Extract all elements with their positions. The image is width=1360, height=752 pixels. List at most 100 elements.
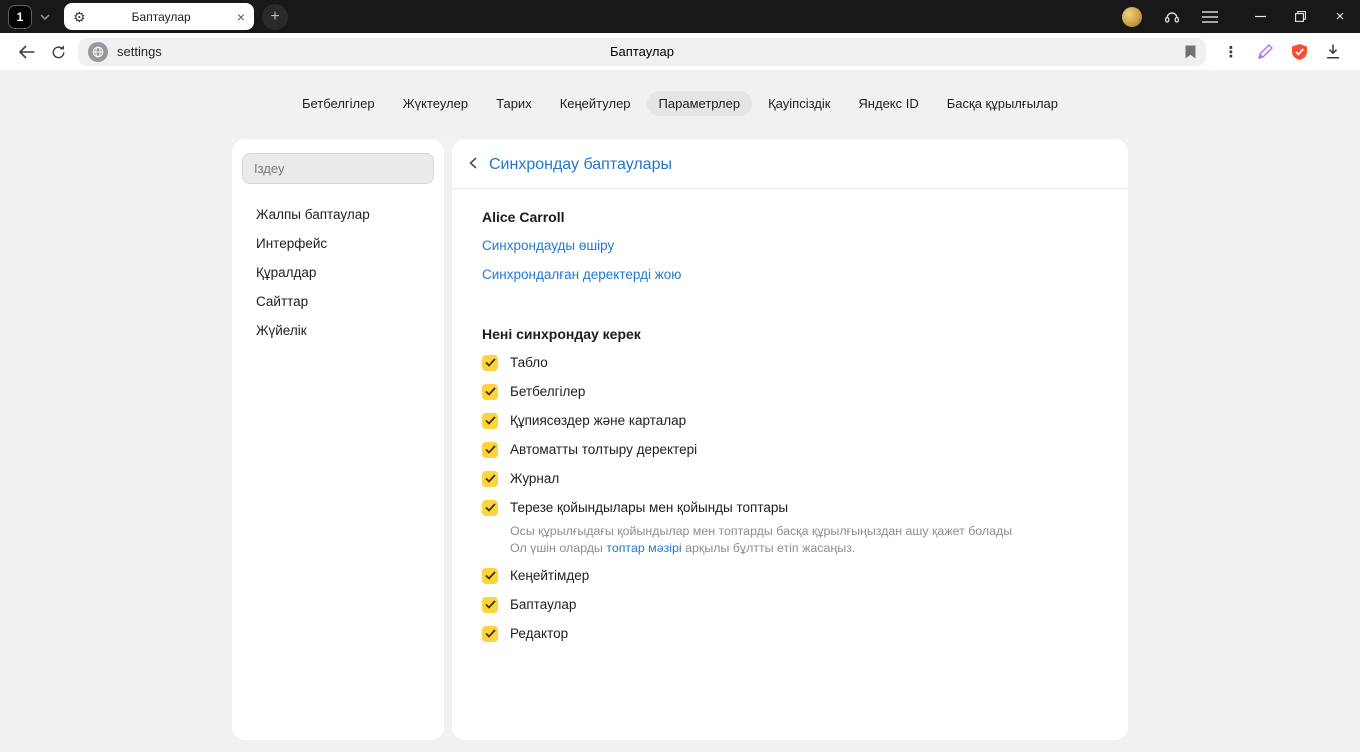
sidebar-item-general[interactable]: Жалпы баптаулар — [242, 200, 434, 229]
tab-settings[interactable]: Параметрлер — [646, 91, 753, 116]
account-name: Alice Carroll — [482, 209, 565, 225]
bookmark-button[interactable] — [1185, 45, 1196, 64]
restore-icon — [1294, 11, 1306, 22]
checkbox-checked-icon[interactable] — [482, 441, 498, 458]
tab-counter-button[interactable]: 1 — [8, 4, 32, 29]
sync-settings-header: Синхрондау баптаулары — [452, 139, 1128, 188]
window-close-button[interactable]: × — [1320, 0, 1360, 33]
checkbox-checked-icon[interactable] — [482, 412, 498, 429]
gear-icon: ⚙ — [73, 8, 86, 25]
sync-settings-panel: Синхрондау баптаулары Alice Carroll Синх… — [452, 139, 1128, 740]
tabs-sync-note-line1: Осы құрылғыдағы қойындылар мен топтарды … — [510, 524, 1013, 538]
sync-option-autofill[interactable]: Автоматты толтыру деректері — [482, 435, 1098, 464]
voice-assistant-button[interactable] — [1164, 9, 1180, 24]
tab-close-icon[interactable]: × — [237, 10, 245, 24]
note-text-prefix: Ол үшін оларды — [510, 540, 607, 555]
settings-nav-tabs: Бетбелгілер Жүктеулер Тарих Кеңейтулер П… — [0, 70, 1360, 116]
content-area: Жалпы баптаулар Интерфейс Құралдар Сайтт… — [0, 139, 1360, 740]
checkbox-checked-icon[interactable] — [482, 499, 498, 516]
tabs-sync-note-line2: Ол үшін оларды топтар мәзірі арқылы бұлт… — [510, 540, 1098, 557]
window-restore-button[interactable] — [1280, 0, 1320, 33]
window-minimize-button[interactable] — [1240, 0, 1280, 33]
sync-option-label: Автоматты толтыру деректері — [510, 442, 698, 457]
what-to-sync-title: Нені синхрондау керек — [482, 326, 641, 342]
tab-list-chevron-button[interactable] — [34, 13, 56, 20]
shield-icon — [1291, 43, 1307, 60]
browser-menu-button[interactable] — [1202, 10, 1218, 23]
checkbox-checked-icon[interactable] — [482, 596, 498, 613]
arrow-left-icon — [18, 44, 34, 59]
chevron-left-icon — [469, 157, 477, 169]
sync-option-bookmarks[interactable]: Бетбелгілер — [482, 377, 1098, 406]
globe-icon — [92, 46, 104, 57]
minimize-icon — [1254, 15, 1266, 18]
back-to-settings-button[interactable] — [469, 156, 477, 174]
disable-sync-link[interactable]: Синхрондауды өшіру — [482, 238, 1098, 254]
checkbox-checked-icon[interactable] — [482, 567, 498, 584]
downloads-button[interactable] — [1316, 37, 1350, 67]
hamburger-icon — [1202, 10, 1218, 23]
site-info-badge[interactable] — [88, 41, 108, 62]
tab-other-devices[interactable]: Басқа құрылғылар — [935, 91, 1070, 116]
editor-pen-button[interactable] — [1248, 37, 1282, 67]
checkbox-checked-icon[interactable] — [482, 625, 498, 642]
sync-options-list: Табло Бетбелгілер Құпиясөздер және карта… — [482, 348, 1098, 648]
sidebar-item-interface[interactable]: Интерфейс — [242, 229, 434, 258]
tab-extensions[interactable]: Кеңейтулер — [548, 91, 643, 116]
headset-icon — [1165, 12, 1180, 23]
sidebar-item-sites[interactable]: Сайттар — [242, 287, 434, 316]
sync-option-passwords-cards[interactable]: Құпиясөздер және карталар — [482, 406, 1098, 435]
sync-option-label: Журнал — [510, 471, 560, 486]
download-icon — [1327, 44, 1339, 59]
checkbox-checked-icon[interactable] — [482, 383, 498, 400]
sync-option-label: Кеңейтімдер — [510, 568, 590, 583]
page-title: Баптаулар — [610, 44, 674, 59]
toolbar: settings Баптаулар ⋮ — [0, 33, 1360, 70]
sync-settings-title: Синхрондау баптаулары — [489, 156, 672, 173]
tab-yandex-id[interactable]: Яндекс ID — [846, 91, 930, 116]
tab-downloads[interactable]: Жүктеулер — [391, 91, 481, 116]
protect-shield-button[interactable] — [1282, 37, 1316, 67]
tabs-sync-note: Осы құрылғыдағы қойындылар мен топтарды … — [510, 523, 1098, 556]
sync-settings-body: Alice Carroll Синхрондауды өшіру Синхрон… — [452, 189, 1128, 648]
sync-option-tableau[interactable]: Табло — [482, 348, 1098, 377]
sync-option-label: Құпиясөздер және карталар — [510, 413, 687, 428]
tab-history[interactable]: Тарих — [484, 91, 544, 116]
delete-synced-data-link[interactable]: Синхрондалған деректерді жою — [482, 267, 1098, 283]
sync-option-label: Бетбелгілер — [510, 384, 586, 399]
pen-icon — [1257, 44, 1273, 59]
sync-option-extensions[interactable]: Кеңейтімдер — [482, 561, 1098, 590]
note-text-suffix: арқылы бұлтты етіп жасаңыз. — [681, 540, 856, 555]
sync-option-window-tabs[interactable]: Терезе қойындылары мен қойынды топтары — [482, 493, 1098, 522]
sidebar-item-tools[interactable]: Құралдар — [242, 258, 434, 287]
search-input[interactable] — [242, 153, 434, 184]
checkbox-checked-icon[interactable] — [482, 470, 498, 487]
titlebar: 1 ⚙ Баптаулар × + × — [0, 0, 1360, 33]
sync-option-label: Табло — [510, 355, 548, 370]
tab-bookmarks[interactable]: Бетбелгілер — [290, 91, 387, 116]
back-button[interactable] — [10, 37, 42, 67]
tab-security[interactable]: Қауіпсіздік — [756, 91, 842, 116]
url-menu-button[interactable]: ⋮ — [1214, 37, 1248, 67]
active-browser-tab[interactable]: ⚙ Баптаулар × — [64, 3, 254, 30]
tab-title: Баптаулар — [131, 9, 191, 24]
reload-button[interactable] — [42, 37, 74, 67]
sync-option-history[interactable]: Журнал — [482, 464, 1098, 493]
browser-window: 1 ⚙ Баптаулар × + × settings Баптаулар ⋮… — [0, 0, 1360, 752]
url-bar[interactable]: settings Баптаулар — [78, 37, 1206, 66]
sidebar-item-system[interactable]: Жүйелік — [242, 316, 434, 345]
sync-option-editor[interactable]: Редактор — [482, 619, 1098, 648]
user-avatar[interactable] — [1122, 6, 1142, 27]
sync-option-label: Баптаулар — [510, 597, 577, 612]
sync-option-label: Терезе қойындылары мен қойынды топтары — [510, 500, 789, 515]
new-tab-button[interactable]: + — [262, 3, 288, 30]
sidebar-list: Жалпы баптаулар Интерфейс Құралдар Сайтт… — [242, 200, 434, 345]
url-text: settings — [117, 44, 162, 59]
groups-menu-link[interactable]: топтар мәзірі — [606, 541, 681, 555]
settings-sidebar: Жалпы баптаулар Интерфейс Құралдар Сайтт… — [232, 139, 444, 740]
sync-option-settings[interactable]: Баптаулар — [482, 590, 1098, 619]
reload-icon — [52, 44, 64, 58]
chevron-down-icon — [40, 13, 50, 20]
checkbox-checked-icon[interactable] — [482, 354, 498, 371]
sync-option-label: Редактор — [510, 626, 569, 641]
